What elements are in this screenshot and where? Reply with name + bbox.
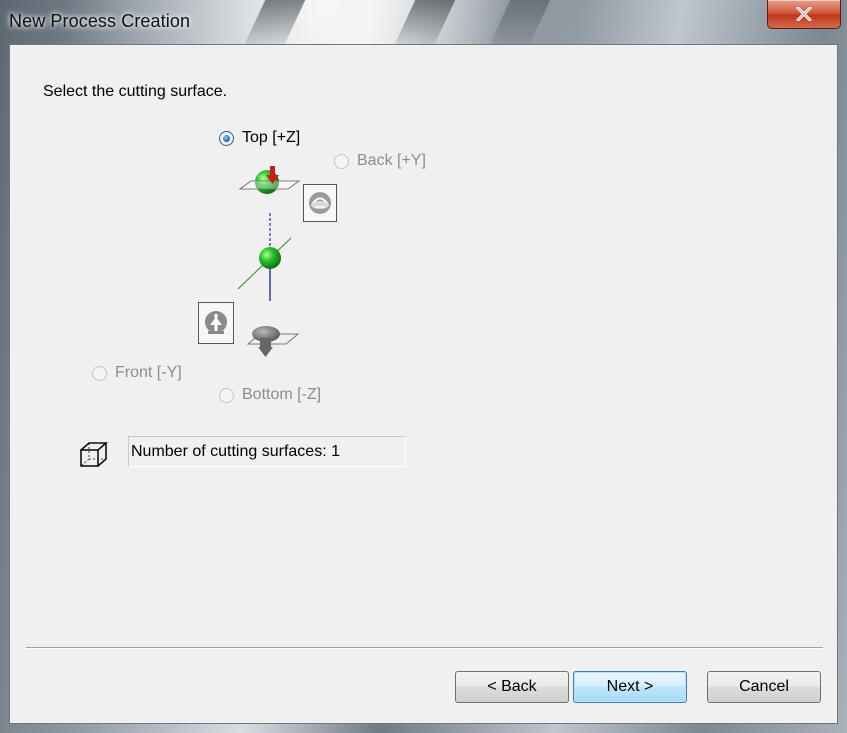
- back-button[interactable]: < Back: [455, 671, 569, 703]
- frame-decoration: [394, 0, 456, 44]
- center-sphere: [259, 247, 281, 269]
- back-view-icon: [309, 192, 331, 214]
- close-icon: [796, 7, 812, 21]
- radio-bottom-indicator[interactable]: [219, 387, 234, 403]
- bottom-plane: [246, 333, 300, 345]
- frame-decoration: [244, 0, 306, 44]
- radio-top-label: Top [+Z]: [242, 129, 301, 146]
- close-button[interactable]: [767, 0, 841, 29]
- radio-front-indicator[interactable]: [92, 365, 107, 381]
- top-arrow-icon: [270, 166, 275, 175]
- radio-back-label: Back [+Y]: [357, 152, 426, 169]
- radio-top-indicator[interactable]: [219, 130, 234, 146]
- back-view-button[interactable]: [303, 184, 337, 222]
- window-frame: New Process Creation Select the cutting …: [0, 0, 847, 733]
- surface-count-field: Number of cutting surfaces: 1: [128, 436, 406, 467]
- separator: [26, 647, 823, 649]
- radio-front-label: Front [-Y]: [115, 364, 182, 381]
- cancel-button[interactable]: Cancel: [707, 671, 821, 703]
- next-button[interactable]: Next >: [573, 671, 687, 703]
- radio-bottom[interactable]: Bottom [-Z]: [219, 386, 321, 404]
- dialog-client-area: Select the cutting surface. Top [+Z] Bac…: [9, 44, 838, 724]
- front-view-button[interactable]: [198, 302, 234, 344]
- radio-top[interactable]: Top [+Z]: [219, 129, 300, 147]
- radio-front[interactable]: Front [-Y]: [92, 364, 182, 382]
- orientation-diagram: [237, 166, 301, 357]
- instruction-text: Select the cutting surface.: [43, 83, 228, 100]
- y-axis-line: [237, 237, 292, 290]
- front-view-icon: [205, 311, 227, 334]
- frame-decoration: [489, 0, 551, 44]
- window-title: New Process Creation: [9, 11, 191, 31]
- bottom-shape: [252, 326, 280, 342]
- cube-icon: [80, 442, 109, 467]
- radio-back[interactable]: Back [+Y]: [334, 152, 426, 170]
- radio-bottom-label: Bottom [-Z]: [242, 386, 322, 403]
- radio-back-indicator[interactable]: [334, 153, 349, 169]
- top-sphere: [255, 170, 279, 194]
- top-plane: [238, 180, 301, 190]
